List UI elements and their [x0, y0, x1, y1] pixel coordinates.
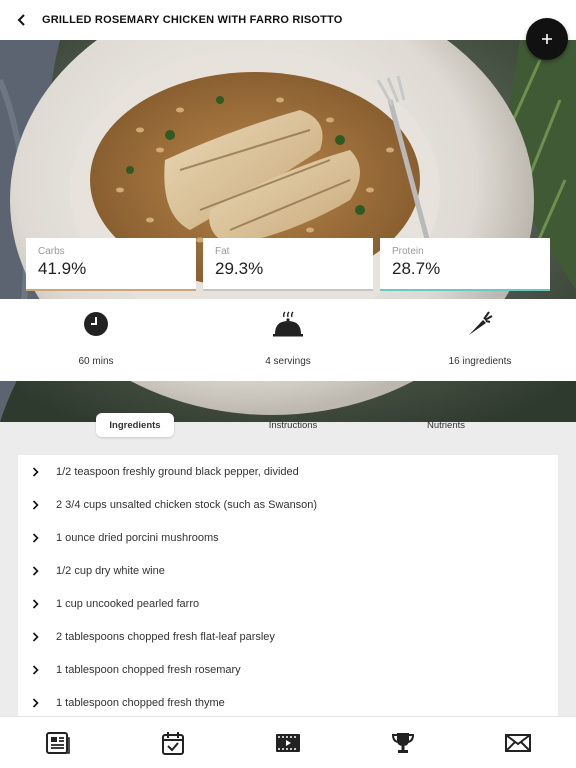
stat-time: 60 mins: [0, 299, 192, 381]
list-item[interactable]: 1 tablespoon chopped fresh thyme: [18, 686, 558, 717]
tab-instructions[interactable]: Instructions: [252, 413, 334, 437]
carbs-card: Carbs 41.9%: [26, 238, 196, 291]
stat-servings-label: 4 servings: [265, 356, 311, 367]
nav-recipes[interactable]: [38, 723, 78, 763]
carbs-value: 41.9%: [38, 259, 87, 278]
trophy-icon: [392, 732, 415, 753]
chevron-right-icon: [32, 499, 39, 510]
recipe-screen: GRILLED ROSEMARY CHICKEN WITH FARRO RISO…: [0, 0, 576, 768]
video-icon: [275, 733, 300, 752]
list-item[interactable]: 1/2 teaspoon freshly ground black pepper…: [18, 455, 558, 488]
carrot-icon: [469, 311, 493, 335]
back-button[interactable]: [14, 13, 28, 27]
plus-icon: [542, 34, 552, 44]
list-item[interactable]: 1 ounce dried porcini mushrooms: [18, 521, 558, 554]
nav-awards[interactable]: [383, 723, 423, 763]
ingredient-text: 1 tablespoon chopped fresh rosemary: [56, 663, 241, 676]
top-bar: GRILLED ROSEMARY CHICKEN WITH FARRO RISO…: [0, 0, 576, 40]
page-title: GRILLED ROSEMARY CHICKEN WITH FARRO RISO…: [42, 14, 343, 26]
nav-checklist[interactable]: [153, 723, 193, 763]
stat-ingredients-label: 16 ingredients: [448, 356, 512, 367]
list-item[interactable]: 1 tablespoon chopped fresh rosemary: [18, 653, 558, 686]
bottom-nav: [0, 716, 576, 768]
ingredient-list: 1/2 teaspoon freshly ground black pepper…: [18, 455, 558, 717]
fat-label: Fat: [215, 246, 230, 257]
recipes-icon: [45, 731, 70, 754]
list-item[interactable]: 1 cup uncooked pearled farro: [18, 587, 558, 620]
ingredient-text: 1/2 teaspoon freshly ground black pepper…: [56, 465, 299, 478]
chevron-right-icon: [32, 697, 39, 708]
tab-nutrients[interactable]: Nutrients: [408, 413, 484, 437]
protein-label: Protein: [392, 246, 424, 257]
chevron-right-icon: [32, 565, 39, 576]
serving-cloche-icon: [273, 311, 303, 337]
chevron-right-icon: [32, 532, 39, 543]
carbs-label: Carbs: [38, 246, 65, 257]
stat-ingredients: 16 ingredients: [384, 299, 576, 381]
list-item[interactable]: 1/2 cup dry white wine: [18, 554, 558, 587]
recipe-tabs: Ingredients Instructions Nutrients: [0, 413, 576, 439]
chevron-left-icon: [17, 14, 25, 26]
ingredient-text: 1 ounce dried porcini mushrooms: [56, 531, 219, 544]
tab-ingredients[interactable]: Ingredients: [96, 413, 174, 437]
list-item[interactable]: 2 tablespoons chopped fresh flat-leaf pa…: [18, 620, 558, 653]
add-button[interactable]: [526, 18, 568, 60]
fat-value: 29.3%: [215, 259, 264, 278]
chevron-right-icon: [32, 631, 39, 642]
ingredient-text: 1 tablespoon chopped fresh thyme: [56, 696, 225, 709]
fat-card: Fat 29.3%: [203, 238, 373, 291]
protein-card: Protein 28.7%: [380, 238, 550, 291]
nav-mail[interactable]: [498, 723, 538, 763]
ingredient-text: 2 tablespoons chopped fresh flat-leaf pa…: [56, 630, 275, 643]
protein-value: 28.7%: [392, 259, 441, 278]
mail-icon: [505, 733, 532, 752]
chevron-right-icon: [32, 664, 39, 675]
stat-time-label: 60 mins: [78, 356, 114, 367]
ingredient-text: 2 3/4 cups unsalted chicken stock (such …: [56, 498, 318, 511]
checklist-icon: [161, 731, 184, 755]
clock-icon: [84, 312, 108, 336]
stat-servings: 4 servings: [192, 299, 384, 381]
recipe-stats: 60 mins 4 servings 16 ingredients: [0, 299, 576, 381]
chevron-right-icon: [32, 466, 39, 477]
nav-video[interactable]: [268, 723, 308, 763]
ingredient-text: 1/2 cup dry white wine: [56, 564, 165, 577]
ingredient-text: 1 cup uncooked pearled farro: [56, 597, 200, 610]
list-item[interactable]: 2 3/4 cups unsalted chicken stock (such …: [18, 488, 558, 521]
chevron-right-icon: [32, 598, 39, 609]
